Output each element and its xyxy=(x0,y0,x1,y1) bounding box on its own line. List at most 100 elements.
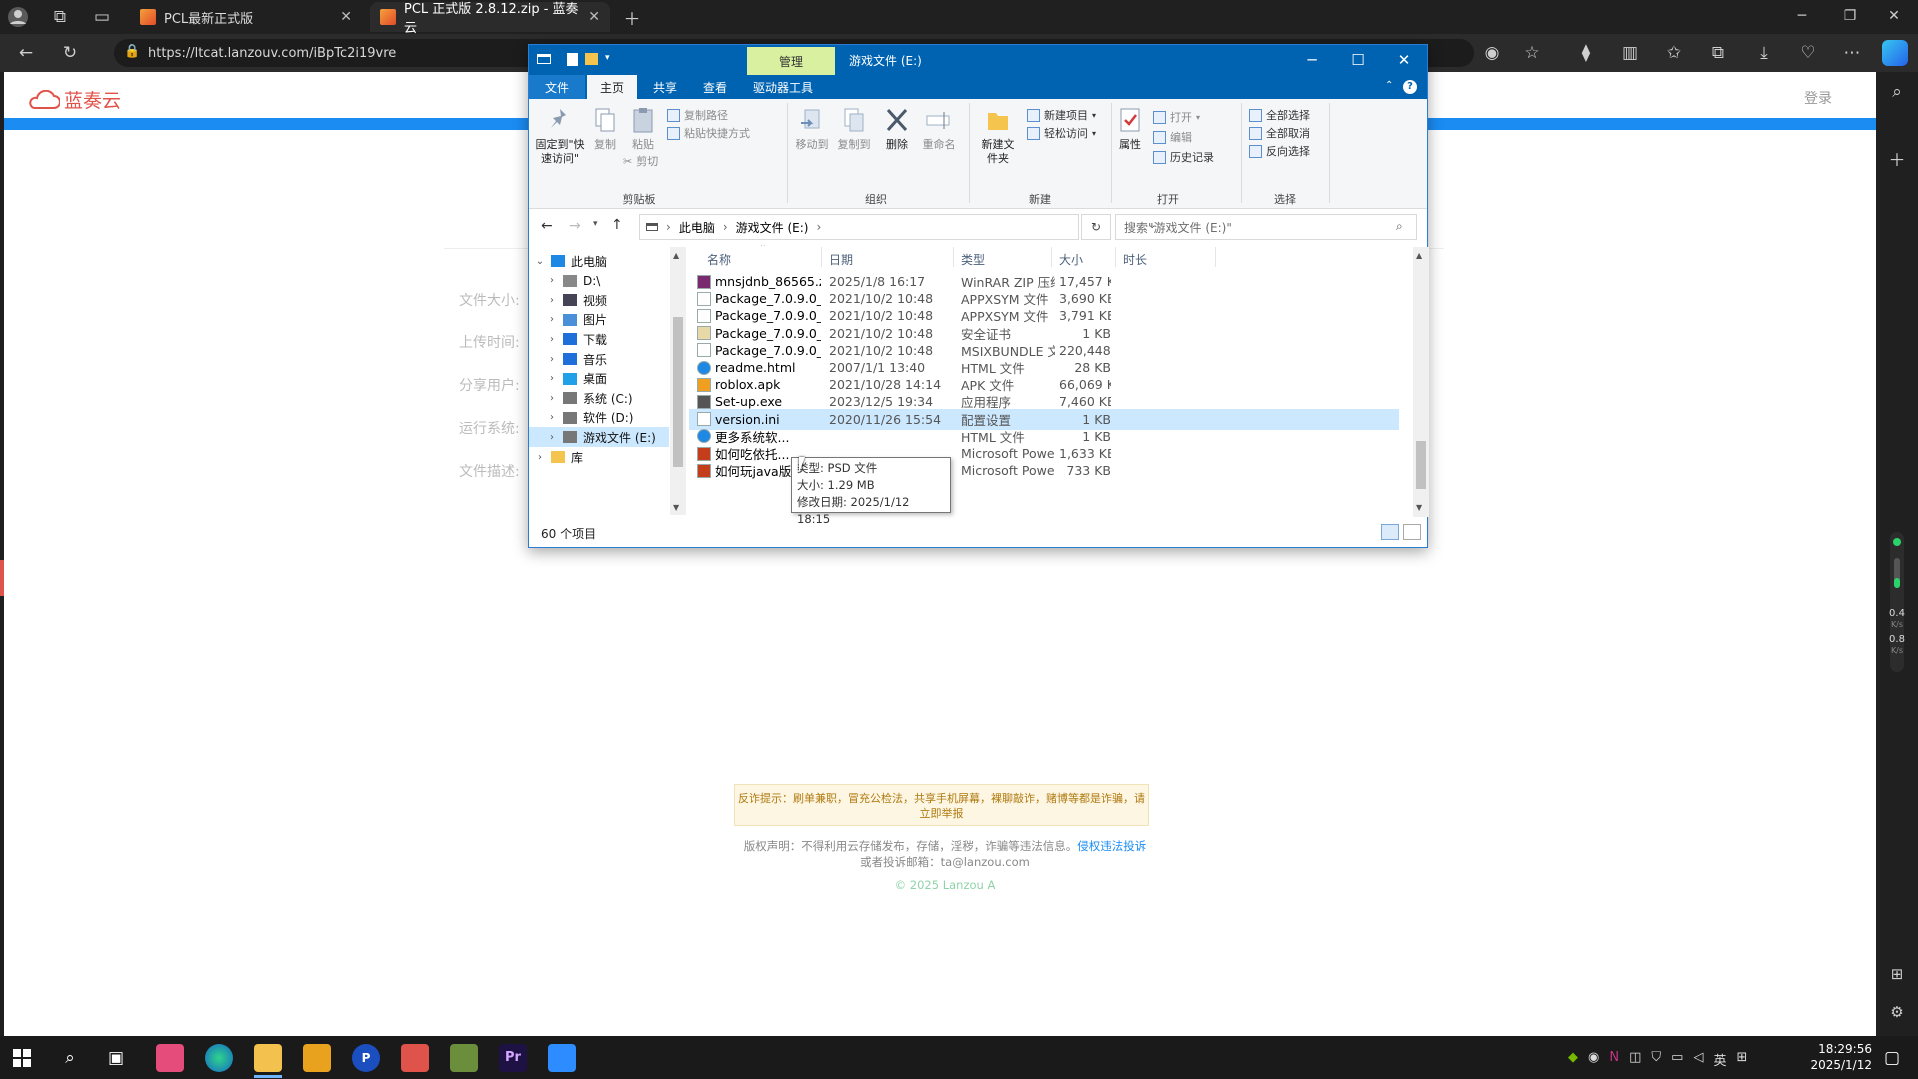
zoom-app-icon[interactable] xyxy=(548,1044,576,1072)
back-icon[interactable]: ← xyxy=(14,41,38,65)
close-tab-icon[interactable]: ✕ xyxy=(588,9,600,25)
new-folder-button[interactable]: 新建文件夹 xyxy=(975,105,1021,166)
network-icon[interactable]: ▭ xyxy=(1671,1050,1683,1069)
expand-arrow-icon[interactable]: › xyxy=(547,373,557,384)
address-bar[interactable]: › 此电脑 › 游戏文件 (E:) › ⌄ xyxy=(639,214,1156,240)
list-scrollbar[interactable]: ▲ ▼ xyxy=(1413,247,1429,517)
large-icons-view-icon[interactable] xyxy=(1403,524,1421,540)
close-tab-icon[interactable]: ✕ xyxy=(340,9,352,25)
split-screen-icon[interactable]: ▥ xyxy=(1618,41,1642,65)
restore-icon[interactable]: ❐ xyxy=(1838,4,1862,28)
tree-item[interactable]: › 系统 (C:) xyxy=(529,388,669,408)
cut-button[interactable]: ✂ 剪切 xyxy=(623,153,658,169)
scroll-down-icon[interactable]: ▼ xyxy=(673,503,679,512)
minimize-icon[interactable]: ─ xyxy=(1790,4,1814,28)
select-none-button[interactable]: 全部取消 xyxy=(1249,125,1310,141)
expand-arrow-icon[interactable]: › xyxy=(547,314,557,325)
move-to-button[interactable]: 移动到 xyxy=(791,105,833,152)
report-link[interactable]: 侵权违法投诉 xyxy=(1077,839,1146,853)
task-view-icon[interactable]: ▣ xyxy=(104,1046,128,1070)
invert-selection-button[interactable]: 反向选择 xyxy=(1249,143,1310,159)
start-windows-icon[interactable] xyxy=(13,1049,31,1067)
scroll-down-icon[interactable]: ▼ xyxy=(1416,503,1422,512)
tree-item[interactable]: › 桌面 xyxy=(529,369,669,389)
expand-arrow-icon[interactable]: › xyxy=(547,432,557,443)
tab-actions-icon[interactable]: ▭ xyxy=(90,5,114,29)
lark-app-icon[interactable] xyxy=(156,1044,184,1072)
favorites-icon[interactable]: ✩ xyxy=(1662,41,1686,65)
recent-dropdown-icon[interactable]: ▾ xyxy=(593,219,598,229)
keyboard-icon[interactable]: ⊞ xyxy=(1736,1050,1747,1069)
paste-button[interactable]: 粘贴 xyxy=(625,105,661,152)
more-menu-icon[interactable]: ⋯ xyxy=(1840,41,1864,65)
volume-icon[interactable]: ◁ xyxy=(1693,1050,1703,1069)
manage-context-tab[interactable]: 管理 xyxy=(747,47,835,75)
minecraft-icon[interactable] xyxy=(450,1044,478,1072)
tree-item[interactable]: › 视频 xyxy=(529,290,669,310)
tree-item[interactable]: › 下载 xyxy=(529,329,669,349)
column-date[interactable]: 日期 xyxy=(829,251,853,268)
edit-button[interactable]: 编辑 xyxy=(1153,129,1192,145)
expand-arrow-icon[interactable]: › xyxy=(547,354,557,365)
open-button[interactable]: 打开 ▾ xyxy=(1153,109,1200,125)
app-red-icon[interactable] xyxy=(401,1044,429,1072)
search-icon[interactable]: ⌕ xyxy=(1885,80,1909,104)
tree-scrollbar[interactable]: ▲ ▼ xyxy=(670,247,686,515)
close-window-icon[interactable]: ✕ xyxy=(1882,4,1906,28)
copy-button[interactable]: 复制 xyxy=(587,105,623,152)
expand-arrow-icon[interactable]: › xyxy=(547,412,557,423)
explorer-maximize-icon[interactable]: ☐ xyxy=(1335,45,1381,75)
pin-quick-access-button[interactable]: 固定到"快速访问" xyxy=(535,105,585,166)
tab-home[interactable]: 主页 xyxy=(587,75,637,99)
copy-to-button[interactable]: 复制到 xyxy=(833,105,875,152)
expand-arrow-icon[interactable]: › xyxy=(535,452,545,463)
column-divider[interactable] xyxy=(821,247,822,267)
collapse-ribbon-icon[interactable]: ⌃ xyxy=(1385,80,1393,91)
new-folder-qa-icon[interactable] xyxy=(585,53,598,65)
copy-path-button[interactable]: 复制路径 xyxy=(667,107,728,123)
ime-indicator[interactable]: 英 xyxy=(1713,1050,1726,1069)
expand-arrow-icon[interactable]: › xyxy=(547,295,557,306)
collections-icon[interactable]: ⧉ xyxy=(1706,41,1730,65)
read-aloud-icon[interactable]: ◉ xyxy=(1480,41,1504,65)
extensions-icon[interactable]: ⧫ xyxy=(1574,41,1598,65)
history-button[interactable]: 历史记录 xyxy=(1153,149,1214,165)
workspaces-icon[interactable]: ⧉ xyxy=(48,5,72,29)
search-magnifier-icon[interactable]: ⌕ xyxy=(1396,219,1403,234)
help-icon[interactable]: ? xyxy=(1403,80,1417,94)
add-sidebar-icon[interactable]: ＋ xyxy=(1885,146,1909,171)
tab-share[interactable]: 共享 xyxy=(641,75,689,99)
tab-pcl-latest[interactable]: PCL最新正式版 ✕ xyxy=(130,2,362,32)
tree-item[interactable]: › 音乐 xyxy=(529,349,669,369)
app-yellow-icon[interactable] xyxy=(303,1044,331,1072)
column-name[interactable]: 名称 xyxy=(707,251,731,268)
properties-button[interactable]: 属性 xyxy=(1113,105,1147,152)
profile-icon[interactable] xyxy=(6,5,30,29)
new-tab-icon[interactable]: ＋ xyxy=(620,5,644,30)
explorer-close-icon[interactable]: ✕ xyxy=(1381,45,1427,75)
select-all-button[interactable]: 全部选择 xyxy=(1249,107,1310,123)
favorite-star-icon[interactable]: ☆ xyxy=(1520,41,1544,65)
browser-essentials-icon[interactable]: ♡ xyxy=(1796,41,1820,65)
site-logo[interactable]: 蓝奏云 xyxy=(26,86,121,113)
nav-forward-icon[interactable]: → xyxy=(569,218,581,234)
tree-scroll-thumb[interactable] xyxy=(673,317,683,467)
expand-arrow-icon[interactable]: › xyxy=(547,393,557,404)
premiere-pro-icon[interactable]: Pr xyxy=(499,1044,527,1072)
refresh-path-icon[interactable]: ↻ xyxy=(1081,214,1111,240)
easy-access-button[interactable]: 轻松访问 ▾ xyxy=(1027,125,1096,141)
expand-arrow-icon[interactable]: › xyxy=(547,275,557,286)
delete-button[interactable]: 删除 xyxy=(879,105,915,152)
nav-up-icon[interactable]: ↑ xyxy=(611,217,623,233)
tree-item[interactable]: › 图片 xyxy=(529,310,669,330)
lock-icon[interactable]: 🔒 xyxy=(124,44,140,59)
onenote-tray-icon[interactable]: N xyxy=(1609,1050,1619,1069)
tab-pcl-zip[interactable]: PCL 正式版 2.8.12.zip - 蓝奏云 ✕ xyxy=(370,2,610,36)
scroll-up-icon[interactable]: ▲ xyxy=(1416,251,1422,260)
login-link[interactable]: 登录 xyxy=(1804,88,1832,108)
edge-browser-icon[interactable] xyxy=(205,1044,233,1072)
tab-view[interactable]: 查看 xyxy=(691,75,739,99)
qa-dropdown-icon[interactable]: ▾ xyxy=(605,53,610,63)
explorer-minimize-icon[interactable]: ─ xyxy=(1289,45,1335,75)
shield-icon[interactable]: ⛉ xyxy=(1651,1050,1661,1069)
